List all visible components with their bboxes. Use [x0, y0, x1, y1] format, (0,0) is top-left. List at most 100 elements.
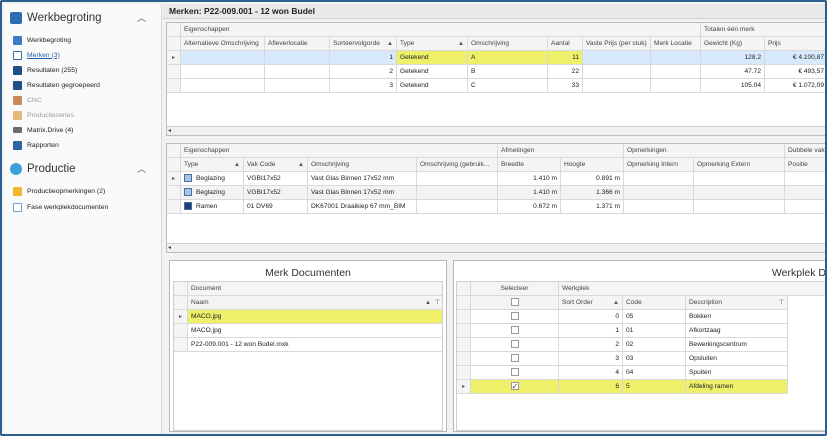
- column-header[interactable]: Hoogte: [561, 158, 624, 172]
- column-header[interactable]: Breedte: [498, 158, 561, 172]
- sidebar-item-resultaten[interactable]: Resultaten (255): [13, 63, 77, 77]
- filter-icon[interactable]: ⊤: [435, 296, 440, 309]
- list-item[interactable]: P22-009.001 - 12 won Budel.mxk: [174, 338, 442, 352]
- band-header: Werkplek: [559, 282, 825, 296]
- filter-icon[interactable]: ⊤: [779, 296, 784, 309]
- table-row[interactable]: Beglazing VGBI17x52 Vast Glas Binnen 17x…: [167, 186, 825, 200]
- sidebar-item-matrix-drive[interactable]: Matrix.Drive (4): [13, 123, 73, 137]
- report-icon: [13, 140, 22, 150]
- sidebar-item-werkbegroting[interactable]: Werkbegroting: [13, 33, 71, 47]
- chevron-up-icon[interactable]: ︿: [137, 11, 146, 24]
- werkplek-panel: Werkplek D Selecteer Werkplek Sort Order…: [453, 260, 825, 432]
- sidebar-item-label: Resultaten (255): [27, 66, 78, 74]
- table-row[interactable]: ▸ Beglazing VGBI17x52 Vast Glas Binnen 1…: [167, 172, 825, 186]
- band-header: Selecteer: [471, 282, 559, 296]
- column-header[interactable]: Description ⊤: [686, 296, 788, 310]
- column-header-sorted[interactable]: Vak Code ▲: [244, 158, 308, 172]
- cnc-icon: [13, 95, 22, 105]
- group-title: Productie: [27, 163, 76, 175]
- table-row[interactable]: 2 Getekend B 22 47.72 € 493,57: [167, 65, 825, 79]
- sidebar-item-resultaten-gegroepeerd[interactable]: Resultaten gegroepeerd: [13, 78, 100, 92]
- calculator-icon: [13, 35, 22, 45]
- column-header-sorted[interactable]: Sort Order ▲: [559, 296, 623, 310]
- column-header[interactable]: Omschrijving: [468, 37, 548, 51]
- row-checkbox-checked[interactable]: [510, 380, 519, 393]
- column-header-sorted[interactable]: Type ▲: [397, 37, 468, 51]
- documents-grid: Document Naam ▲ ⊤ ▸ MACO.jpg MACO.jpg P2…: [173, 281, 443, 431]
- band-header: Eigenschappen: [181, 144, 498, 158]
- sort-ascending-icon: ▲: [234, 162, 240, 168]
- column-header-sorted[interactable]: Naam ▲ ⊤: [188, 296, 442, 310]
- sidebar: Werkbegroting ︿ Werkbegroting Merken (3)…: [4, 4, 162, 434]
- vakken-grid: Eigenschappen Afmetingen Opmerkingen Dub…: [166, 143, 825, 253]
- group-title: Werkbegroting: [27, 12, 102, 24]
- glass-icon: [184, 174, 192, 183]
- sidebar-item-productieopmerkingen[interactable]: Productieopmerkingen (2): [13, 184, 105, 198]
- column-header[interactable]: Alternatieve Omschrijving: [181, 37, 265, 51]
- row-checkbox[interactable]: [510, 368, 519, 377]
- sidebar-item-productieseries[interactable]: Productieseries: [13, 108, 74, 122]
- table-row[interactable]: 3 Getekend C 33 105.04 € 1.072,09: [167, 79, 825, 93]
- chevron-up-icon[interactable]: ︿: [137, 162, 146, 175]
- group-header-werkbegroting[interactable]: Werkbegroting ︿: [4, 6, 162, 30]
- row-indicator-icon: ▸: [457, 380, 471, 394]
- column-header-sorted[interactable]: Type ▲: [181, 158, 244, 172]
- column-header[interactable]: Gewicht (Kg): [701, 37, 765, 51]
- werkplek-grid: Selecteer Werkplek Sort Order ▲ Code Desc…: [456, 281, 825, 431]
- list-item[interactable]: ▸ MACO.jpg: [174, 310, 442, 324]
- table-row[interactable]: Ramen 01 DV69 DK67001 Draaikiep 67 mm_BI…: [167, 200, 825, 214]
- table-row[interactable]: 2 02 Bewerkingscentrum: [457, 338, 825, 352]
- band-header: Opmerkingen: [624, 144, 785, 158]
- column-header[interactable]: Omschrijving: [308, 158, 417, 172]
- table-row[interactable]: 1 01 Afkortzaag: [457, 324, 825, 338]
- column-header[interactable]: Code: [623, 296, 686, 310]
- row-checkbox[interactable]: [510, 326, 519, 335]
- table-row[interactable]: 4 04 Spuiten: [457, 366, 825, 380]
- table-row[interactable]: 3 03 Opsluiten: [457, 352, 825, 366]
- horizontal-scrollbar[interactable]: ◂: [167, 243, 825, 252]
- sidebar-item-cnc[interactable]: CNC: [13, 93, 42, 107]
- column-header-sorted[interactable]: Sorteervolgorde ▲: [330, 37, 397, 51]
- column-header[interactable]: Positie: [785, 158, 825, 172]
- horizontal-scrollbar[interactable]: ◂: [167, 126, 825, 135]
- sort-ascending-icon: ▲: [298, 162, 304, 168]
- column-header[interactable]: Prijs: [765, 37, 825, 51]
- sidebar-item-label: Matrix.Drive (4): [27, 126, 74, 134]
- table-row[interactable]: ▸ 6 5 Afdeling ramen: [457, 380, 825, 394]
- row-indicator-icon: ▸: [167, 172, 181, 186]
- row-checkbox[interactable]: [510, 354, 519, 363]
- application-window: Werkbegroting ︿ Werkbegroting Merken (3)…: [0, 0, 827, 436]
- scroll-left-icon[interactable]: ◂: [168, 244, 171, 251]
- document-icon: [13, 202, 22, 212]
- page-title: Merken: P22-009.001 - 12 won Budel: [163, 4, 825, 19]
- scroll-left-icon[interactable]: ◂: [168, 127, 171, 134]
- sort-ascending-icon: ▲: [425, 300, 431, 306]
- row-checkbox[interactable]: [510, 340, 519, 349]
- sidebar-item-fase-werkplekdocumenten[interactable]: Fase werkplekdocumenten: [13, 200, 108, 214]
- glass-icon: [184, 188, 192, 197]
- column-header[interactable]: Omschrijving (gebruik...: [417, 158, 498, 172]
- note-icon: [13, 186, 22, 196]
- column-header[interactable]: Afleverlocatie: [265, 37, 330, 51]
- group-header-productie[interactable]: Productie ︿: [4, 157, 162, 181]
- column-header[interactable]: Opmerking Intern: [624, 158, 694, 172]
- band-header: Document: [188, 282, 442, 296]
- main-content: Merken: P22-009.001 - 12 won Budel Eigen…: [163, 4, 825, 434]
- column-header[interactable]: Opmerking Extern: [694, 158, 785, 172]
- werkbegroting-group-icon: [10, 12, 22, 24]
- sidebar-item-label: Rapporten: [27, 141, 59, 149]
- sidebar-item-rapporten[interactable]: Rapporten: [13, 138, 59, 152]
- sidebar-item-label: Merken (3): [27, 51, 60, 59]
- table-row[interactable]: 0 05 Bokken: [457, 310, 825, 324]
- sidebar-item-label: Fase werkplekdocumenten: [27, 203, 109, 211]
- table-row[interactable]: ▸ 1 Getekend A 11 128.2 € 4.100,87: [167, 51, 825, 65]
- select-all-checkbox[interactable]: [510, 298, 519, 307]
- sidebar-item-merken[interactable]: Merken (3): [13, 48, 60, 62]
- column-header[interactable]: Vaste Prijs (per stuk): [583, 37, 651, 51]
- row-checkbox[interactable]: [510, 312, 519, 321]
- sort-ascending-icon: ▲: [387, 41, 393, 47]
- list-item[interactable]: MACO.jpg: [174, 324, 442, 338]
- column-header[interactable]: Aantal: [548, 37, 583, 51]
- column-header[interactable]: Merk Locatie: [651, 37, 701, 51]
- merken-icon: [13, 50, 22, 60]
